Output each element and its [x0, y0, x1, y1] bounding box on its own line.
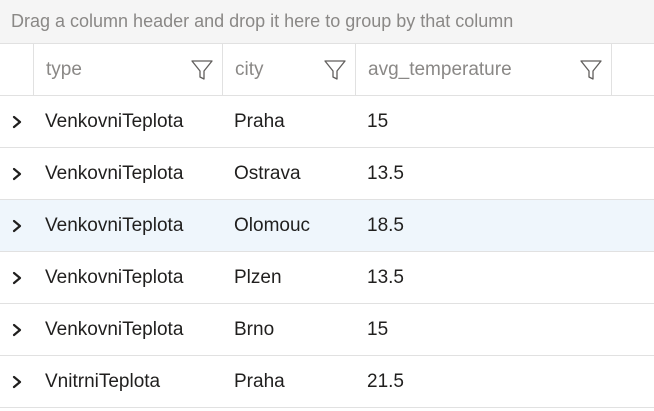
cell-city: Plzen: [234, 266, 282, 288]
group-by-hint: Drag a column header and drop it here to…: [11, 11, 514, 31]
cell-city: Praha: [234, 370, 285, 392]
cell-city: Olomouc: [234, 214, 311, 236]
filter-icon[interactable]: [579, 58, 603, 82]
table-row[interactable]: VnitrniTeplota Praha 21.5: [0, 356, 654, 408]
cell-avg-temperature: 15: [367, 318, 389, 340]
table-row[interactable]: VenkovniTeplota Ostrava 13.5: [0, 148, 654, 200]
column-header-label: type: [46, 58, 82, 80]
row-expander[interactable]: [0, 304, 34, 355]
chevron-right-icon: [12, 271, 22, 284]
group-by-panel[interactable]: Drag a column header and drop it here to…: [0, 0, 654, 44]
cell-avg-temperature: 15: [367, 110, 389, 132]
chevron-right-icon: [12, 115, 22, 128]
column-header-label: city: [235, 58, 264, 80]
cell-city: Brno: [234, 318, 275, 340]
chevron-right-icon: [12, 219, 22, 232]
chevron-right-icon: [12, 375, 22, 388]
filter-icon[interactable]: [323, 58, 347, 82]
table-row-selected[interactable]: VenkovniTeplota Olomouc 18.5: [0, 200, 654, 252]
column-header-label: avg_temperature: [368, 58, 512, 80]
grid-body: VenkovniTeplota Praha 15 VenkovniTeplota…: [0, 96, 654, 408]
row-expander[interactable]: [0, 356, 34, 407]
table-row[interactable]: VenkovniTeplota Praha 15: [0, 96, 654, 148]
row-expander[interactable]: [0, 252, 34, 303]
cell-type: VenkovniTeplota: [45, 214, 184, 236]
filter-icon[interactable]: [190, 58, 214, 82]
cell-avg-temperature: 21.5: [367, 370, 404, 392]
cell-type: VenkovniTeplota: [45, 110, 184, 132]
cell-city: Ostrava: [234, 162, 301, 184]
column-header-city[interactable]: city: [223, 44, 356, 95]
row-expander[interactable]: [0, 96, 34, 147]
row-expander[interactable]: [0, 200, 34, 251]
cell-avg-temperature: 13.5: [367, 266, 404, 288]
table-row[interactable]: VenkovniTeplota Plzen 13.5: [0, 252, 654, 304]
grid-header-row: type city avg_temperature: [0, 44, 654, 96]
cell-type: VnitrniTeplota: [45, 370, 161, 392]
cell-avg-temperature: 18.5: [367, 214, 404, 236]
cell-type: VenkovniTeplota: [45, 318, 184, 340]
cell-city: Praha: [234, 110, 285, 132]
expander-column-header: [0, 44, 34, 95]
row-expander[interactable]: [0, 148, 34, 199]
cell-avg-temperature: 13.5: [367, 162, 404, 184]
cell-type: VenkovniTeplota: [45, 162, 184, 184]
table-row[interactable]: VenkovniTeplota Brno 15: [0, 304, 654, 356]
cell-type: VenkovniTeplota: [45, 266, 184, 288]
column-header-type[interactable]: type: [34, 44, 223, 95]
chevron-right-icon: [12, 167, 22, 180]
column-header-avg-temperature[interactable]: avg_temperature: [356, 44, 612, 95]
chevron-right-icon: [12, 323, 22, 336]
